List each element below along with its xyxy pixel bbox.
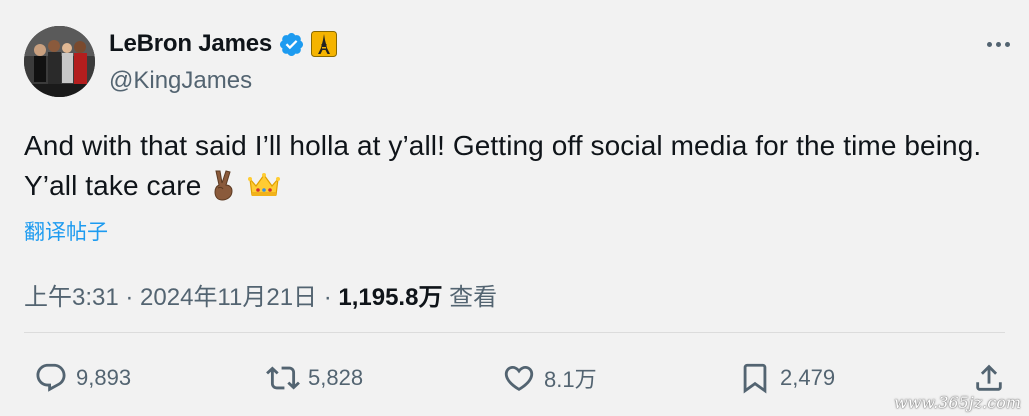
avatar[interactable] [24, 26, 95, 97]
tweet-text: And with that said I’ll holla at y’all! … [24, 126, 1014, 206]
display-name[interactable]: LeBron James [109, 30, 272, 58]
bookmark-icon [743, 363, 767, 394]
heart-icon [504, 365, 534, 391]
more-options-button[interactable] [981, 34, 1015, 54]
tweet-text-content: And with that said I’ll holla at y’all! … [24, 130, 982, 201]
meta-separator: · [118, 284, 141, 311]
more-dots-icon [995, 41, 1001, 47]
verified-badge-icon[interactable] [278, 31, 305, 58]
like-count: 8.1万 [544, 367, 597, 392]
share-button[interactable] [972, 360, 1006, 396]
divider [24, 332, 1005, 333]
views-count[interactable]: 1,195.8万 [338, 284, 442, 311]
avatar-image [24, 26, 95, 97]
eiffel-tower-badge-icon[interactable] [311, 31, 337, 57]
tweet-meta: 上午3:31 · 2024年11月21日 · 1,195.8万 查看 [24, 277, 497, 312]
retweet-button[interactable]: 5,828 [266, 360, 363, 396]
reply-count: 9,893 [76, 365, 132, 390]
share-icon [976, 364, 1002, 391]
tweet-card: LeBron James @KingJames And with that sa… [0, 0, 1029, 416]
more-dots-icon [986, 41, 992, 47]
reply-icon [36, 363, 66, 392]
tweet-date[interactable]: 2024年11月21日 [140, 284, 317, 311]
tweet-time[interactable]: 上午3:31 [24, 284, 119, 311]
translate-post-link[interactable]: 翻译帖子 [24, 216, 108, 246]
bookmark-button[interactable]: 2,479 [738, 360, 835, 396]
bookmark-count: 2,479 [780, 365, 836, 390]
retweet-count: 5,828 [308, 365, 364, 390]
like-button[interactable]: 8.1万 [502, 360, 597, 396]
author-handle[interactable]: @KingJames [109, 67, 252, 95]
more-dots-icon [1004, 41, 1010, 47]
views-label: 查看 [442, 284, 498, 311]
watermark: www.365jz.com [893, 393, 1021, 412]
reply-button[interactable]: 9,893 [34, 360, 131, 396]
author-name-row: LeBron James [109, 30, 337, 58]
crown-emoji [247, 168, 281, 202]
meta-separator: · [317, 284, 339, 311]
retweet-icon [266, 366, 300, 390]
victory-hand-emoji [207, 168, 241, 202]
